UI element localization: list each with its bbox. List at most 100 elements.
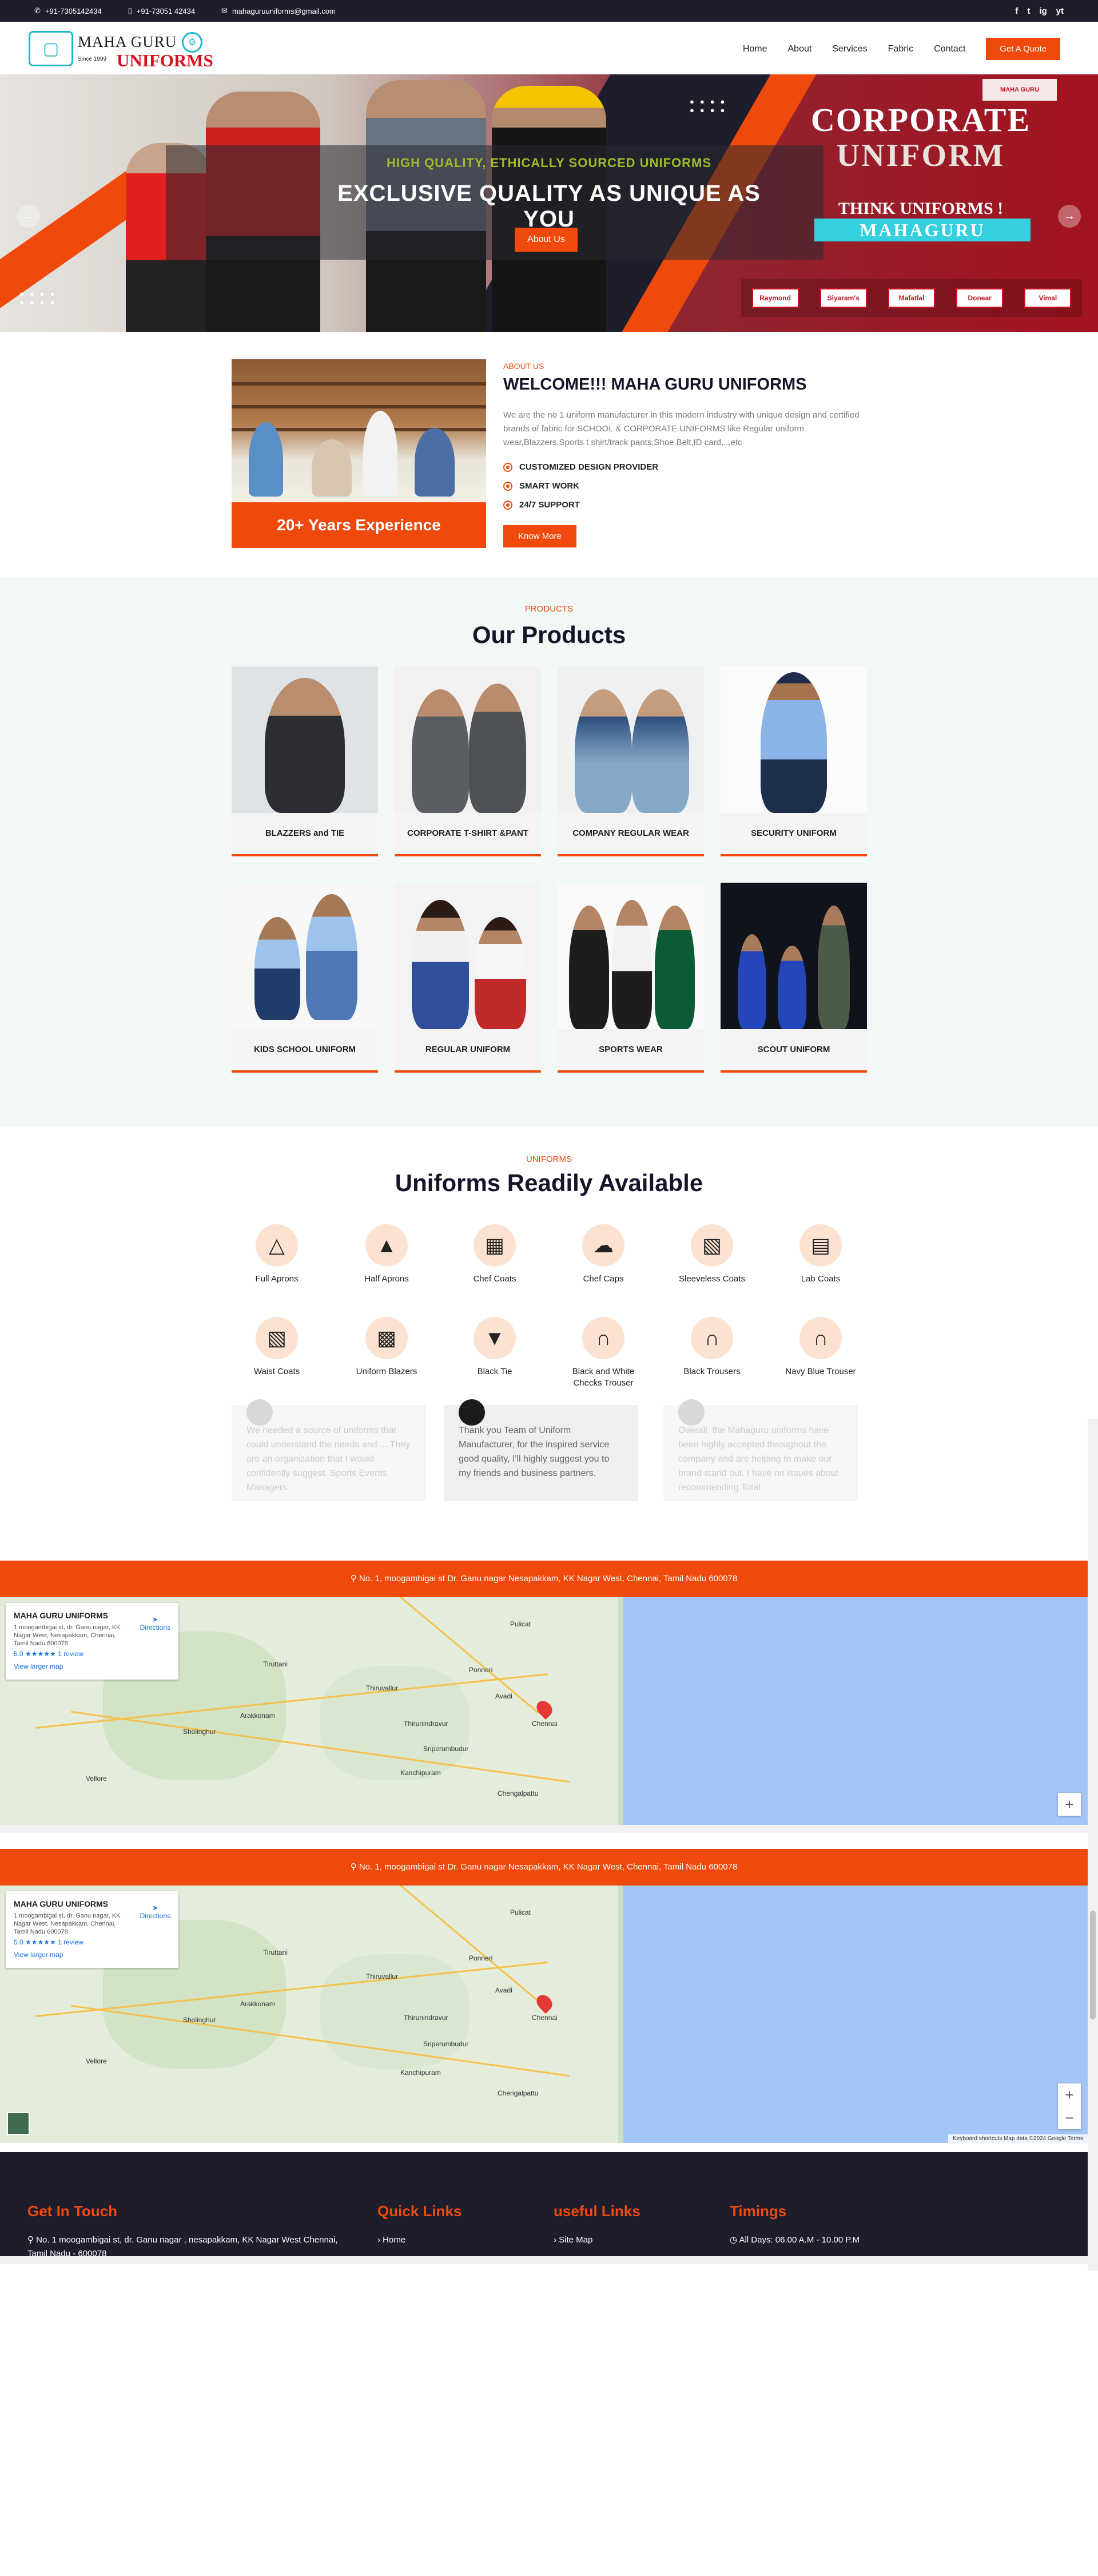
uniform-item[interactable]: △ Full Aprons — [234, 1224, 320, 1285]
product-figure — [254, 917, 300, 1020]
chevron-right-icon: › — [377, 2235, 383, 2245]
avatar — [459, 1399, 485, 1426]
slider-next-arrow-icon[interactable]: → — [1058, 205, 1081, 228]
uniform-item-label: Black and White Checks Trouser — [572, 1367, 635, 1388]
product-name: SCOUT UNIFORM — [721, 1029, 867, 1070]
directions-button[interactable]: ➤ Directions — [140, 1616, 170, 1632]
map-city-label: Chengalpattu — [498, 1789, 539, 1797]
uniform-item[interactable]: ▧ Waist Coats — [234, 1317, 320, 1378]
gear-logo-icon: ⚙ — [182, 32, 202, 53]
nav-about[interactable]: About — [788, 44, 812, 54]
horizontal-scrollbar[interactable] — [0, 2256, 1088, 2264]
product-card[interactable]: CORPORATE T-SHIRT &PANT — [395, 666, 541, 856]
product-card[interactable]: SECURITY UNIFORM — [721, 666, 867, 856]
phone-contact-2[interactable]: ▯ +91-73051 42434 — [128, 6, 195, 15]
rating-stars-icon: ★★★★★ — [25, 1650, 56, 1658]
location-pin-icon: ⚲ — [350, 1862, 359, 1872]
zoom-in-button[interactable]: + — [1058, 2083, 1081, 2106]
map-satellite-toggle[interactable] — [7, 2112, 30, 2135]
youtube-icon[interactable]: yt — [1056, 6, 1064, 16]
product-name: CORPORATE T-SHIRT &PANT — [395, 813, 541, 854]
google-map-1[interactable]: Pulicat Ponneri Thiruvallur Avadi Chenna… — [0, 1597, 1088, 1825]
hero-dots-decoration: ●●●● ●●●● — [19, 289, 61, 307]
product-name: COMPANY REGULAR WEAR — [558, 813, 704, 854]
uniform-item-label: Uniform Blazers — [356, 1367, 417, 1376]
facebook-icon[interactable]: f — [1015, 6, 1018, 16]
product-card[interactable]: KIDS SCHOOL UNIFORM — [232, 883, 378, 1073]
about-us-button[interactable]: About Us — [515, 228, 578, 252]
tie-icon: ▼ — [474, 1317, 516, 1359]
feature-label: SMART WORK — [519, 481, 579, 491]
footer-link-sitemap[interactable]: › Site Map — [554, 2233, 592, 2247]
product-card[interactable]: REGULAR UNIFORM — [395, 883, 541, 1073]
twitter-icon[interactable]: t — [1027, 6, 1030, 16]
shirt-logo-icon: ▢ — [29, 31, 73, 66]
experience-badge: 20+ Years Experience — [232, 502, 486, 548]
product-card[interactable]: SCOUT UNIFORM — [721, 883, 867, 1073]
phone-icon: ✆ — [34, 6, 41, 15]
map-city-label: Thirunindravur — [404, 2014, 448, 2022]
phone-1: +91-7305142434 — [45, 6, 102, 15]
product-image — [558, 883, 704, 1029]
footer-link-home[interactable]: › Home — [377, 2233, 405, 2247]
address-text: No. 1, moogambigai st Dr. Ganu nagar Nes… — [359, 1862, 738, 1872]
brand-donear: Donear — [956, 288, 1004, 308]
footer-get-in-touch-title: Get In Touch — [27, 2202, 117, 2220]
product-figure — [612, 900, 652, 1029]
horizontal-scrollbar[interactable] — [0, 1825, 1088, 1833]
review-link[interactable]: 1 review — [58, 1938, 83, 1946]
scrollbar-thumb[interactable] — [1090, 1911, 1096, 2019]
brand-raymond: Raymond — [751, 288, 799, 308]
trouser-icon: ∩ — [691, 1317, 733, 1359]
product-card[interactable]: BLAZZERS and TIE — [232, 666, 378, 856]
uniform-item[interactable]: ▦ Chef Coats — [452, 1224, 538, 1285]
nav-contact[interactable]: Contact — [934, 44, 965, 54]
review-link[interactable]: 1 review — [58, 1650, 83, 1658]
trouser-icon: ∩ — [582, 1317, 624, 1359]
google-map-2[interactable]: Pulicat Ponneri Thiruvallur Avadi Chenna… — [0, 1886, 1088, 2143]
uniform-item-label: Chef Coats — [473, 1274, 516, 1284]
know-more-button[interactable]: Know More — [503, 525, 576, 547]
uniform-item[interactable]: ▼ Black Tie — [452, 1317, 538, 1378]
lab-coat-icon: ▤ — [799, 1224, 842, 1267]
apron-icon: △ — [256, 1224, 298, 1267]
footer-address-text: No. 1 moogambigai st, dr. Ganu nagar , n… — [27, 2235, 338, 2259]
directions-button[interactable]: ➤ Directions — [140, 1904, 170, 1920]
vertical-scrollbar[interactable] — [1088, 1419, 1098, 2271]
uniform-item-label: Black Tie — [477, 1367, 512, 1376]
view-larger-map-link[interactable]: View larger map — [14, 1662, 170, 1670]
uniform-item[interactable]: ∩ Navy Blue Trouser — [778, 1317, 864, 1378]
uniform-item[interactable]: ∩ Black Trousers — [669, 1317, 755, 1378]
nav-fabric[interactable]: Fabric — [888, 44, 913, 54]
uniform-item[interactable]: ▲ Half Aprons — [344, 1224, 429, 1285]
product-card[interactable]: COMPANY REGULAR WEAR — [558, 666, 704, 856]
map-city-label: Ponneri — [469, 1954, 493, 1962]
view-larger-map-link[interactable]: View larger map — [14, 1951, 170, 1959]
map-city-label: Ponneri — [469, 1666, 493, 1674]
map-footer-links[interactable]: Keyboard shortcuts Map data ©2024 Google… — [948, 2134, 1088, 2143]
uniform-item[interactable]: ☁ Chef Caps — [560, 1224, 646, 1285]
zoom-controls[interactable]: + − — [1058, 2083, 1081, 2129]
uniform-item[interactable]: ∩ Black and White Checks Trouser — [560, 1317, 646, 1389]
about-label: ABOUT US — [503, 362, 544, 371]
zoom-in-button[interactable]: + — [1058, 1793, 1081, 1816]
instagram-icon[interactable]: ig — [1039, 6, 1047, 16]
get-a-quote-button[interactable]: Get A Quote — [986, 38, 1060, 60]
nav-home[interactable]: Home — [743, 44, 767, 54]
products-label: PRODUCTS — [524, 604, 574, 614]
slider-prev-arrow-icon[interactable]: ← — [17, 205, 40, 228]
uniform-item[interactable]: ▧ Sleeveless Coats — [669, 1224, 755, 1285]
uniform-item[interactable]: ▤ Lab Coats — [778, 1224, 864, 1285]
zoom-out-button[interactable]: − — [1058, 2106, 1081, 2129]
site-header: ▢ MAHA GURU Since 1999 UNIFORMS ⚙ Home A… — [0, 22, 1098, 74]
product-figure — [761, 672, 827, 813]
site-logo[interactable]: ▢ MAHA GURU Since 1999 UNIFORMS ⚙ — [29, 29, 213, 70]
email-contact[interactable]: ✉ mahaguruuniforms@gmail.com — [221, 6, 336, 15]
map-city-label: Arakkonam — [240, 2000, 275, 2008]
map-rating: 5.0 ★★★★★ 1 review — [14, 1938, 170, 1946]
student-figure — [415, 428, 455, 497]
product-card[interactable]: SPORTS WEAR — [558, 883, 704, 1073]
phone-contact-1[interactable]: ✆ +91-7305142434 — [34, 6, 102, 15]
uniform-item[interactable]: ▩ Uniform Blazers — [344, 1317, 429, 1378]
nav-services[interactable]: Services — [832, 44, 867, 54]
